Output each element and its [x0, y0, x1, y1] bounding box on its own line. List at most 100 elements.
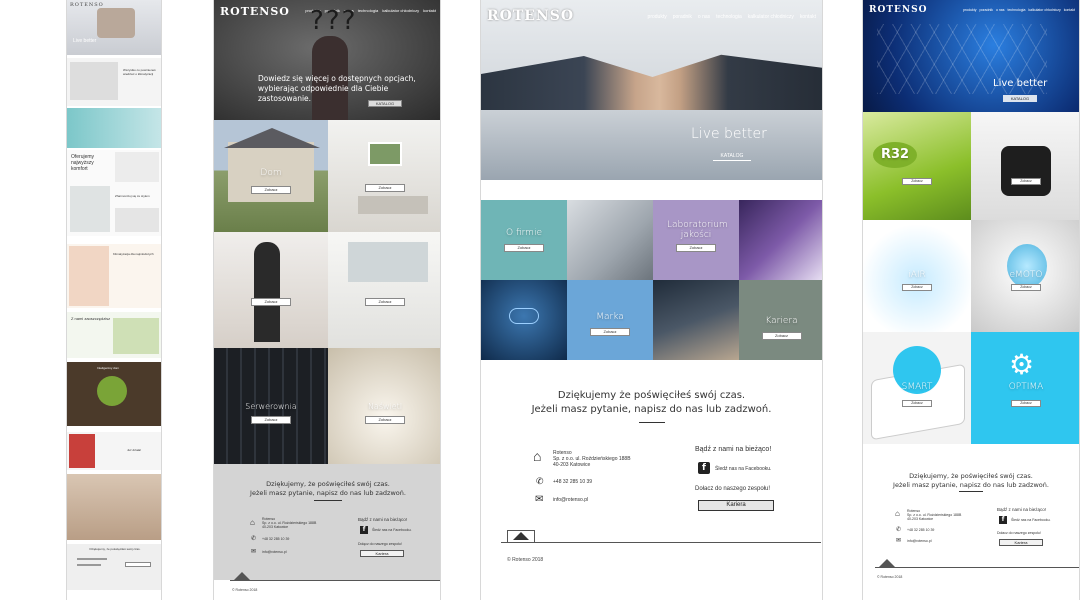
s4-tile-compressor-button[interactable]: Zobacz — [1011, 178, 1041, 185]
nav-item-kalkulator[interactable]: kalkulator chłodniczy — [748, 14, 794, 20]
nav-item-kalkulator[interactable]: kalkulator chłodniczy — [1028, 8, 1060, 12]
home-icon: ⌂ — [895, 509, 900, 518]
s3-tile-o-firmie[interactable]: O firmie Zobacz — [481, 200, 567, 280]
s4-tile-iair[interactable]: iAIR Zobacz — [863, 220, 971, 332]
s1-block3: Oferujemy najwyższy komfort Zharmonizuj … — [67, 150, 161, 236]
nav-item-poradnik[interactable]: poradnik — [673, 14, 692, 20]
s3-tile-kariera[interactable]: Kariera Zobacz — [739, 280, 822, 360]
s3-tile-kariera-button[interactable]: Zobacz — [761, 332, 802, 340]
s4-tile-emoto-button[interactable]: Zobacz — [1011, 284, 1041, 291]
s3-hero-text: Live better — [691, 126, 767, 142]
s4-career-button[interactable]: Kariera — [999, 539, 1043, 546]
s2-email[interactable]: info@rotenso.pl — [262, 550, 287, 554]
s4-tile-compressor[interactable]: Zobacz — [971, 112, 1079, 220]
s1-block2 — [67, 108, 161, 148]
s3-copyright: © Rotenso 2018 — [507, 557, 544, 563]
s1-block7: Już działa! — [67, 432, 161, 470]
s3-tile-marka-button[interactable]: Zobacz — [590, 328, 630, 336]
nav-item-produkty[interactable]: produkty — [963, 8, 976, 12]
s1-block5: Z nami zaoszczędzisz — [67, 312, 161, 358]
s2-tile-living-button[interactable]: Zobacz — [365, 184, 405, 192]
s4-catalog-button[interactable]: KATALOG — [1003, 95, 1037, 102]
nav-item-technologia[interactable]: technologia — [716, 14, 742, 20]
s2-tile-serwerownia-button[interactable]: Zobacz — [251, 416, 291, 424]
facebook-icon[interactable]: f — [999, 516, 1007, 524]
s3-logo[interactable]: ROTENSO — [487, 8, 574, 24]
s2-tile-restaurant-button[interactable]: Zobacz — [365, 416, 405, 424]
scroll-up-icon[interactable] — [879, 559, 895, 567]
s4-nav: produkty poradnik o nas technologia kalk… — [963, 8, 1075, 12]
s2-catalog-button[interactable]: KATALOG — [368, 100, 402, 107]
s4-email[interactable]: info@rotenso.pl — [907, 539, 932, 543]
s4-tile-smart[interactable]: SMART Zobacz — [863, 332, 971, 444]
s1-logo[interactable]: ROTENSO — [70, 2, 104, 8]
s4-hero-text: Live better — [993, 78, 1048, 89]
s2-copyright: © Rotenso 2018 — [232, 588, 258, 592]
s4-copyright: © Rotenso 2018 — [877, 575, 903, 579]
s1-block1: Wszystko co powinieneś wiedzieć o klimat… — [67, 58, 161, 106]
s4-phone[interactable]: +48 32 285 10 39 — [907, 528, 934, 532]
nav-item-produkty[interactable]: produkty — [648, 14, 667, 20]
s4-tile-iair-button[interactable]: Zobacz — [902, 284, 932, 291]
page-preview-2: ROTENSO produkty poradnik o nas technolo… — [213, 0, 441, 600]
nav-item-kontakt[interactable]: kontakt — [1064, 8, 1075, 12]
s3-tile-laboratorium[interactable]: Laboratorium jakości Zobacz — [653, 200, 739, 280]
s4-logo[interactable]: ROTENSO — [869, 5, 927, 15]
scroll-up-arrow — [513, 532, 529, 540]
s1-block6: Inteligentny dom — [67, 362, 161, 426]
s3-photo-lab — [739, 200, 822, 280]
question-marks-graphic: ??? — [310, 6, 358, 36]
s2-hero: ROTENSO produkty poradnik o nas technolo… — [214, 0, 440, 120]
s3-hero: ROTENSO produkty poradnik o nas technolo… — [481, 0, 822, 180]
nav-item-o-nas[interactable]: o nas — [996, 8, 1005, 12]
phone-icon: ✆ — [251, 536, 257, 542]
s2-tile-restaurant[interactable]: Naświetl Zobacz — [328, 348, 440, 464]
nav-item-kontakt[interactable]: kontakt — [800, 14, 816, 20]
s3-catalog-button[interactable]: KATALOG — [713, 152, 751, 161]
s4-tile-r32-button[interactable]: Zobacz — [902, 178, 932, 185]
scroll-up-icon[interactable] — [234, 572, 250, 580]
s3-tile-marka[interactable]: Marka Zobacz — [567, 280, 653, 360]
s2-career-button[interactable]: Kariera — [360, 550, 404, 557]
s4-tile-r32[interactable]: R32 Zobacz — [863, 112, 971, 220]
s2-tile-serwerownia[interactable]: Serwerownia Zobacz — [214, 348, 328, 464]
s4-tile-optima-button[interactable]: Zobacz — [1011, 400, 1041, 407]
nav-item-kontakt[interactable]: kontakt — [423, 8, 436, 13]
page-preview-1: ROTENSO Live better Wszystko co powinien… — [66, 0, 162, 600]
page-preview-4: ROTENSO produkty poradnik o nas technolo… — [862, 0, 1080, 600]
s2-phone[interactable]: +48 32 285 10 39 — [262, 537, 289, 541]
facebook-icon[interactable]: f — [698, 462, 710, 474]
s2-tile-dom-button[interactable]: Zobacz — [251, 186, 291, 194]
s2-tile-office[interactable]: Zobacz — [328, 232, 440, 348]
mail-icon: ✉ — [251, 549, 257, 555]
phone-icon: ✆ — [536, 476, 544, 486]
s3-phone[interactable]: +48 32 285 10 39 — [553, 479, 592, 485]
s2-logo[interactable]: ROTENSO — [220, 5, 290, 18]
s3-photo-team — [653, 280, 739, 360]
s2-tile-living[interactable]: Zobacz — [328, 120, 440, 232]
s1-block4: Klimatyzacja dla najmłodszych — [67, 244, 161, 308]
s3-photo-laptop — [567, 200, 653, 280]
s4-tile-emoto[interactable]: eMOTO Zobacz — [971, 220, 1079, 332]
s4-tile-smart-button[interactable]: Zobacz — [902, 400, 932, 407]
s2-tile-shop-button[interactable]: Zobacz — [251, 298, 291, 306]
s4-tile-optima[interactable]: ⚙ OPTIMA Zobacz — [971, 332, 1079, 444]
nav-item-technologia[interactable]: technologia — [1008, 8, 1026, 12]
s3-tile-o-firmie-button[interactable]: Zobacz — [504, 244, 544, 252]
s1-hero-text: Live better — [73, 38, 97, 44]
s4-hero: ROTENSO produkty poradnik o nas technolo… — [863, 0, 1079, 112]
s3-tile-laboratorium-button[interactable]: Zobacz — [676, 244, 716, 252]
home-icon: ⌂ — [250, 518, 255, 527]
s2-tile-dom[interactable]: Dom Zobacz — [214, 120, 328, 232]
mail-icon: ✉ — [535, 494, 544, 505]
nav-item-technologia[interactable]: technologia — [358, 8, 378, 13]
s2-tile-office-button[interactable]: Zobacz — [365, 298, 405, 306]
s2-tile-shop[interactable]: Zobacz — [214, 232, 328, 348]
s3-career-button[interactable]: Kariera — [698, 500, 774, 511]
nav-item-poradnik[interactable]: poradnik — [980, 8, 993, 12]
nav-item-o-nas[interactable]: o nas — [698, 14, 710, 20]
facebook-icon[interactable]: f — [360, 526, 368, 534]
nav-item-kalkulator[interactable]: kalkulator chłodniczy — [382, 8, 419, 13]
s3-email[interactable]: info@rotenso.pl — [553, 497, 588, 503]
mail-icon: ✉ — [896, 538, 902, 544]
